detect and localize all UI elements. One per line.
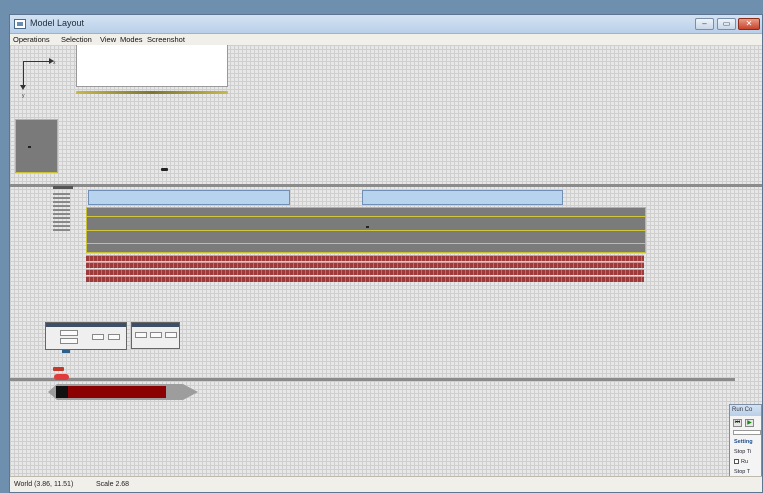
panel-field[interactable] bbox=[108, 334, 120, 340]
red-data-row[interactable] bbox=[86, 276, 644, 282]
lower-track-line bbox=[10, 378, 735, 381]
menu-screenshot[interactable]: Screenshot bbox=[147, 35, 185, 44]
model-layout-window: Model Layout – ▭ ✕ Operations Selection … bbox=[9, 14, 763, 493]
lane-box-left[interactable] bbox=[88, 190, 290, 205]
panel-field[interactable] bbox=[135, 332, 147, 338]
red-data-row[interactable] bbox=[86, 262, 644, 268]
maximize-button[interactable]: ▭ bbox=[717, 18, 736, 30]
panel-field[interactable] bbox=[165, 332, 177, 338]
signal-lamp-icon bbox=[54, 374, 69, 380]
gauge-fill bbox=[68, 386, 166, 398]
run-checkbox[interactable] bbox=[734, 459, 739, 464]
panel-header bbox=[46, 323, 126, 327]
x-axis-line bbox=[23, 61, 51, 62]
legend-item bbox=[53, 217, 70, 219]
left-unit-marker bbox=[28, 146, 31, 148]
panel-header bbox=[132, 323, 179, 327]
legend-item bbox=[53, 205, 70, 207]
legend-item bbox=[53, 221, 70, 223]
stop-time-label: Stop Ti bbox=[734, 449, 752, 455]
panel-field[interactable] bbox=[92, 334, 104, 340]
y-axis-line bbox=[23, 61, 24, 87]
panel-button[interactable] bbox=[62, 350, 70, 353]
menu-view[interactable]: View bbox=[100, 35, 116, 44]
stop-time-label-2: Stop T bbox=[734, 469, 751, 475]
run-control-panel[interactable]: Run Co ⏮ ▶ Setting Stop Ti Ru Stop T bbox=[729, 404, 762, 476]
parameter-panel-left[interactable] bbox=[45, 322, 127, 350]
window-title: Model Layout bbox=[30, 18, 85, 28]
step-back-button[interactable]: ⏮ bbox=[733, 419, 742, 427]
legend-item bbox=[53, 201, 70, 203]
lane-box-right[interactable] bbox=[362, 190, 563, 205]
gauge-cap bbox=[56, 386, 68, 398]
vehicle-icon[interactable] bbox=[161, 168, 168, 171]
legend-item bbox=[53, 193, 70, 195]
preview-scale-bar bbox=[76, 91, 228, 94]
panel-field[interactable] bbox=[150, 332, 162, 338]
legend-item bbox=[53, 209, 70, 211]
scale-readout: Scale 2.68 bbox=[96, 481, 130, 488]
legend-item bbox=[53, 225, 70, 227]
title-bar[interactable]: Model Layout – ▭ ✕ bbox=[10, 15, 762, 34]
preview-panel[interactable] bbox=[76, 45, 228, 87]
run-slider[interactable] bbox=[733, 430, 761, 435]
layout-canvas[interactable]: x y Run Co ⏮ ▶ Setting Stop Ti Ru Stop T bbox=[10, 45, 762, 476]
world-coordinates: World (3.86, 11.51) bbox=[14, 481, 74, 488]
panel-field[interactable] bbox=[60, 330, 78, 336]
menu-bar: Operations Selection View Modes Screensh… bbox=[10, 34, 762, 45]
red-data-row[interactable] bbox=[86, 269, 644, 275]
upper-track-line bbox=[10, 184, 762, 187]
panel-field[interactable] bbox=[60, 338, 78, 344]
x-axis-label: x bbox=[53, 60, 56, 66]
y-arrow-icon bbox=[20, 85, 26, 90]
run-checkbox-label: Ru bbox=[741, 459, 749, 465]
menu-operations[interactable]: Operations bbox=[13, 35, 50, 44]
play-button[interactable]: ▶ bbox=[745, 419, 754, 427]
slab-divider bbox=[86, 243, 646, 244]
parameter-panel-right[interactable] bbox=[131, 322, 180, 349]
slab-marker bbox=[366, 226, 369, 228]
red-data-row[interactable] bbox=[86, 255, 644, 261]
app-icon bbox=[14, 19, 26, 29]
close-button[interactable]: ✕ bbox=[738, 18, 760, 30]
slab-divider bbox=[86, 216, 646, 217]
legend-item bbox=[53, 229, 70, 231]
legend-item bbox=[53, 213, 70, 215]
slab-divider bbox=[86, 230, 646, 231]
signal-red-icon bbox=[53, 367, 64, 371]
status-bar: World (3.86, 11.51) Scale 2.68 bbox=[10, 476, 762, 492]
minimize-button[interactable]: – bbox=[695, 18, 714, 30]
menu-selection[interactable]: Selection bbox=[61, 35, 92, 44]
settings-label: Setting bbox=[734, 439, 753, 445]
left-unit-block[interactable] bbox=[15, 119, 58, 173]
legend-item bbox=[53, 197, 70, 199]
menu-modes[interactable]: Modes bbox=[120, 35, 143, 44]
run-control-title: Run Co bbox=[730, 405, 761, 416]
legend-header bbox=[53, 186, 73, 189]
y-axis-label: y bbox=[22, 93, 25, 99]
